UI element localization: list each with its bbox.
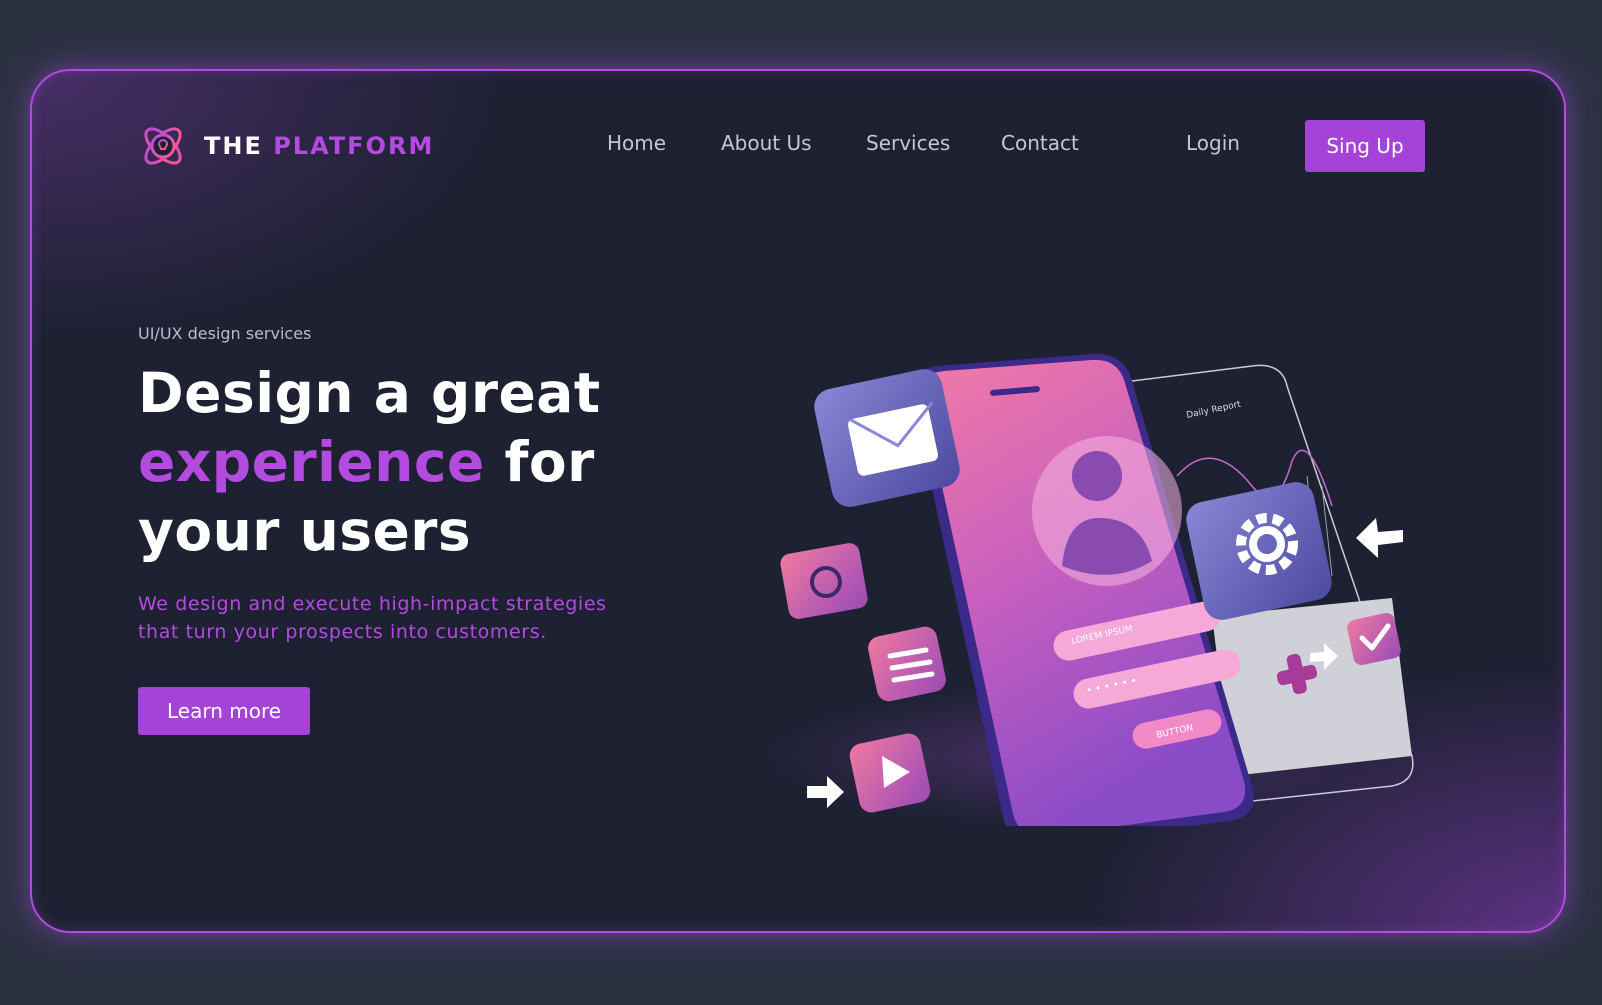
hero-eyebrow: UI/UX design services <box>138 324 312 343</box>
hero-subtext: We design and execute high-impact strate… <box>138 593 607 643</box>
nav-contact[interactable]: Contact <box>1001 131 1079 155</box>
phone-illustration: Daily Report LOREM IPSUM • • • • • • BUT… <box>732 286 1432 826</box>
nav-home[interactable]: Home <box>607 131 666 155</box>
hero-headline: Design a great experience for your users <box>138 359 698 566</box>
checkmark-icon <box>1347 613 1401 665</box>
headline-highlight: experience <box>138 430 485 494</box>
camera-icon <box>780 543 868 619</box>
signup-button[interactable]: Sing Up <box>1305 120 1425 172</box>
hero-card: THE PLATFORM Home About Us Services Cont… <box>30 69 1566 933</box>
login-link[interactable]: Login <box>1186 131 1240 155</box>
learn-more-button[interactable]: Learn more <box>138 687 310 735</box>
gear-icon <box>1186 482 1332 620</box>
headline-line3: your users <box>138 499 472 563</box>
headline-line1: Design a great <box>138 361 601 425</box>
nav-about-us[interactable]: About Us <box>721 131 812 155</box>
user-avatar-icon <box>1032 436 1182 586</box>
report-title: Daily Report <box>1186 400 1243 421</box>
brand-name: THE PLATFORM <box>204 132 435 160</box>
lightbulb-orbit-icon <box>144 127 182 165</box>
nav-services[interactable]: Services <box>866 131 950 155</box>
play-icon <box>849 733 931 813</box>
document-icon <box>868 626 946 702</box>
brand-logo[interactable]: THE PLATFORM <box>138 121 434 171</box>
headline-for: for <box>504 430 595 494</box>
